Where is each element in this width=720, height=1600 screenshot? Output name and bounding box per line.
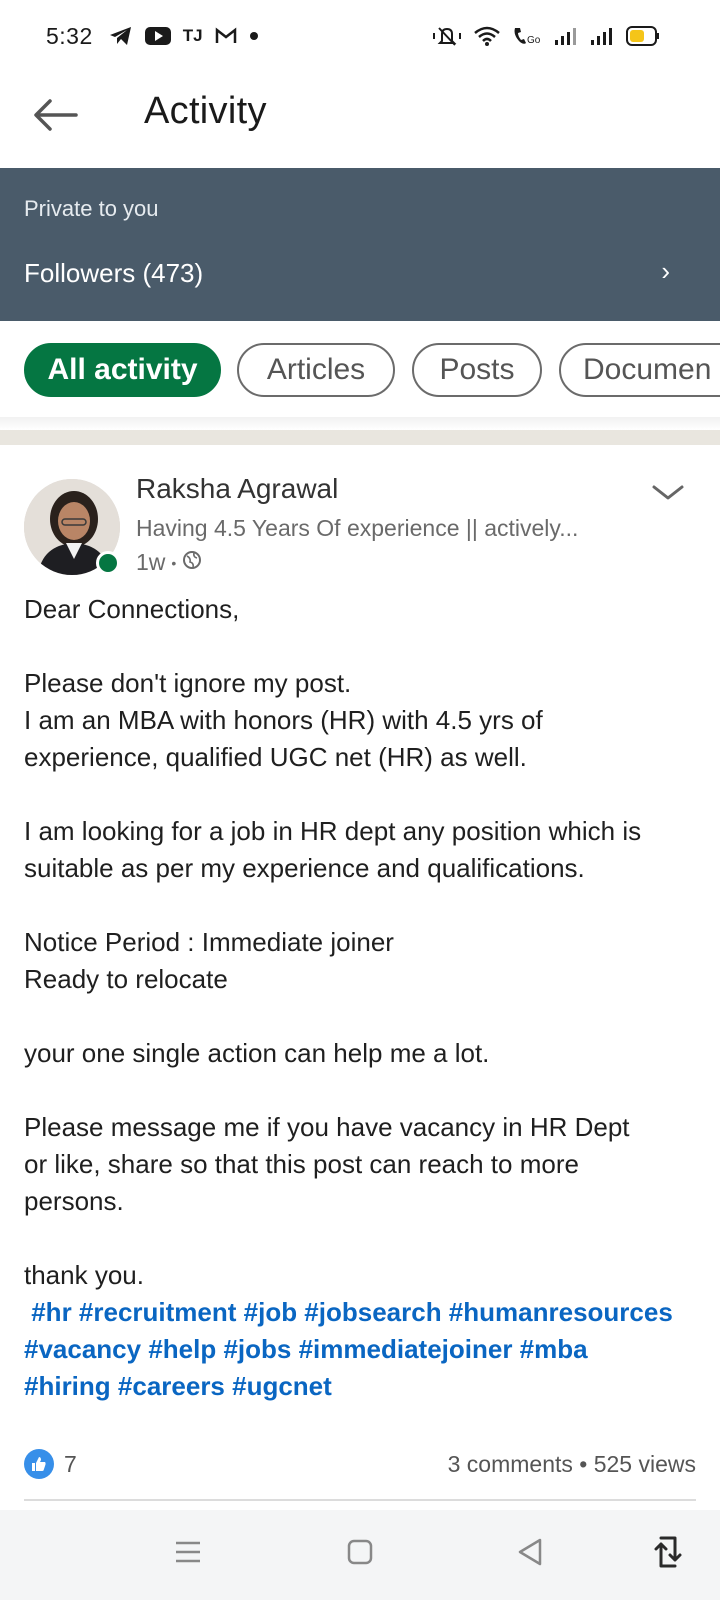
post-text-line: I am an MBA with honors (HR) with 4.5 yr… [24,705,543,735]
post-text-line: Please message me if you have vacancy in… [24,1112,630,1142]
section-divider [0,430,720,445]
globe-icon [182,549,202,576]
signal-icon [590,26,614,46]
hashtag-line[interactable]: #vacancy #help #jobs #immediatejoiner #m… [24,1331,704,1368]
hashtag-line[interactable]: #hr #recruitment #job #jobsearch #humanr… [24,1294,704,1331]
meta-separator: • [171,554,177,571]
rotate-button[interactable] [646,1532,690,1576]
battery-icon [626,26,660,46]
post-text-line: I am looking for a job in HR dept any po… [24,816,642,846]
back-nav-button[interactable] [508,1532,552,1576]
post-text-line: or like, share so that this post can rea… [24,1149,579,1179]
filter-chip-posts[interactable]: Posts [412,343,542,397]
social-counts: 7 3 comments • 525 views [0,1441,720,1491]
home-square-icon [346,1538,374,1571]
filter-chip-all-activity[interactable]: All activity [24,343,221,397]
post-text-line: Please don't ignore my post. [24,668,352,698]
post-text-line: experience, qualified UGC net (HR) as we… [24,742,527,772]
post-text-line: Notice Period : Immediate joiner [24,927,394,957]
post-text-line: Dear Connections, [24,594,240,624]
signal-icon [554,26,578,46]
post-menu-button[interactable] [650,481,686,505]
menu-icon [173,1539,203,1570]
post-text-line: your one single action can help me a lot… [24,1038,490,1068]
mute-icon [432,25,462,47]
private-banner: Private to you Followers (473) › [0,168,720,321]
hashtag-line[interactable]: #hiring #careers #ugcnet [24,1368,704,1405]
status-time: 5:32 [46,22,93,49]
recents-button[interactable] [166,1532,210,1576]
like-icon[interactable] [24,1449,54,1479]
author-headline: Having 4.5 Years Of experience || active… [136,515,579,541]
wifi-icon [474,26,500,46]
post-text-line: persons. [24,1186,124,1216]
dot-icon [249,31,259,41]
back-button[interactable] [30,92,80,142]
engagement-stats[interactable]: 3 comments • 525 views [448,1451,696,1478]
online-status-dot [96,551,120,575]
followers-row[interactable]: Followers (473) › [0,246,720,306]
tj-icon: TJ [182,26,203,45]
post-text-line: Ready to relocate [24,964,228,994]
system-icons: Go [432,25,660,47]
back-triangle-icon [516,1537,544,1572]
filter-bar: All activity Articles Posts Documen [0,321,720,419]
author-name[interactable]: Raksha Agrawal [136,473,338,505]
arrow-left-icon [32,98,78,137]
status-bar: 5:32 TJ Go [0,0,720,72]
post-time: 1w [136,549,166,575]
like-count[interactable]: 7 [64,1451,77,1478]
post-text-line: suitable as per my experience and qualif… [24,853,585,883]
home-button[interactable] [338,1532,382,1576]
post-divider [24,1499,696,1501]
post-text-line: thank you. [24,1260,144,1290]
post-meta: 1w • [136,549,202,576]
svg-text:Go: Go [527,35,541,46]
gmail-icon [215,27,237,45]
chevron-down-icon [650,485,686,509]
telegram-icon [109,25,133,47]
chevron-right-icon: › [661,256,670,286]
filter-shadow [0,417,720,430]
notification-icons: TJ [109,25,259,47]
private-label: Private to you [24,196,159,221]
volte-icon: Go [512,25,542,47]
rotate-icon [653,1534,683,1575]
filter-chip-documents[interactable]: Documen [559,343,720,397]
youtube-icon [144,26,171,46]
post-body: Dear Connections, Please don't ignore my… [24,591,704,1405]
app-header: Activity [0,72,720,168]
followers-count: Followers (473) [24,258,204,288]
system-nav-bar [0,1510,720,1600]
page-title: Activity [144,90,267,132]
filter-chip-articles[interactable]: Articles [237,343,395,397]
